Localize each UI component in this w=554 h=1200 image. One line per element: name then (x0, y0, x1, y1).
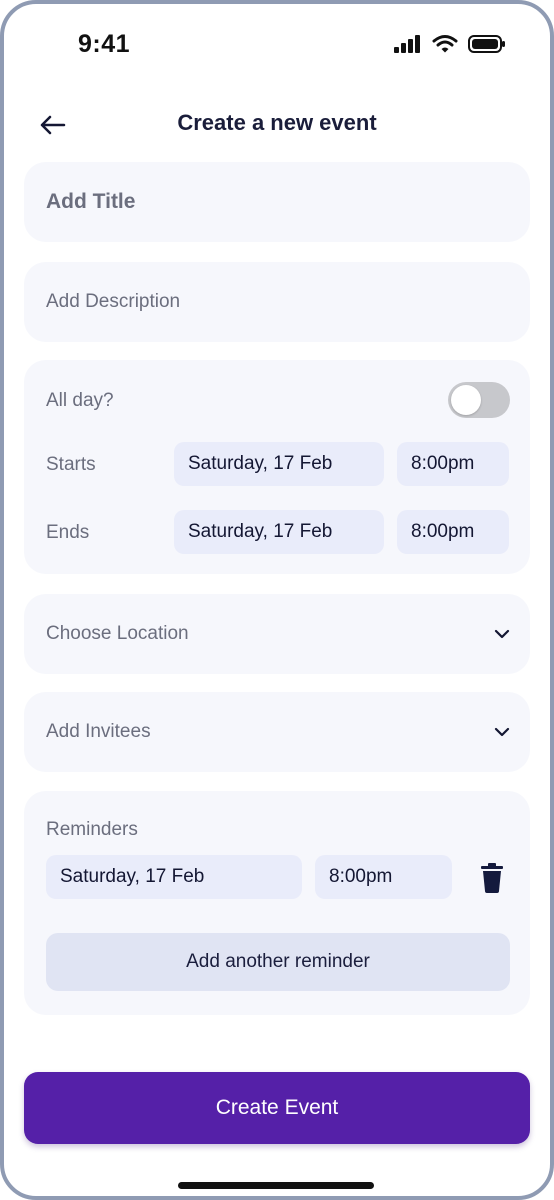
chevron-down-icon (494, 629, 510, 639)
battery-icon (468, 35, 505, 53)
all-day-toggle[interactable] (448, 382, 510, 418)
ends-time-field[interactable]: 8:00pm (397, 510, 509, 554)
create-event-button[interactable]: Create Event (24, 1072, 530, 1144)
invitees-select[interactable]: Add Invitees (24, 692, 530, 772)
location-select[interactable]: Choose Location (24, 594, 530, 674)
starts-label: Starts (46, 454, 96, 475)
ends-date-field[interactable]: Saturday, 17 Feb (174, 510, 384, 554)
home-indicator (178, 1182, 374, 1189)
wifi-icon (432, 35, 458, 53)
reminders-card: Reminders Saturday, 17 Feb 8:00pm Add an… (24, 791, 530, 1015)
description-input[interactable]: Add Description (24, 262, 530, 342)
title-placeholder: Add Title (46, 190, 136, 213)
trash-icon[interactable] (480, 863, 504, 893)
schedule-card: All day? Starts Saturday, 17 Feb 8:00pm … (24, 360, 530, 574)
ends-label: Ends (46, 522, 90, 543)
add-reminder-button[interactable]: Add another reminder (46, 933, 510, 991)
chevron-down-icon (494, 727, 510, 737)
cellular-signal-icon (394, 35, 420, 53)
reminder-date-field[interactable]: Saturday, 17 Feb (46, 855, 302, 899)
status-time: 9:41 (78, 30, 131, 58)
invitees-label: Add Invitees (46, 721, 151, 742)
status-icons (394, 34, 506, 54)
starts-time-field[interactable]: 8:00pm (397, 442, 509, 486)
title-input[interactable]: Add Title (24, 162, 530, 242)
location-label: Choose Location (46, 623, 189, 644)
starts-date-field[interactable]: Saturday, 17 Feb (174, 442, 384, 486)
description-placeholder: Add Description (46, 291, 181, 312)
page-title: Create a new event (177, 110, 377, 135)
toggle-knob (451, 385, 481, 415)
reminder-time-field[interactable]: 8:00pm (315, 855, 452, 899)
phone-frame: 9:41 Create a new event Add Title Add De… (0, 0, 554, 1200)
reminders-label: Reminders (46, 819, 138, 840)
all-day-label: All day? (46, 390, 114, 411)
